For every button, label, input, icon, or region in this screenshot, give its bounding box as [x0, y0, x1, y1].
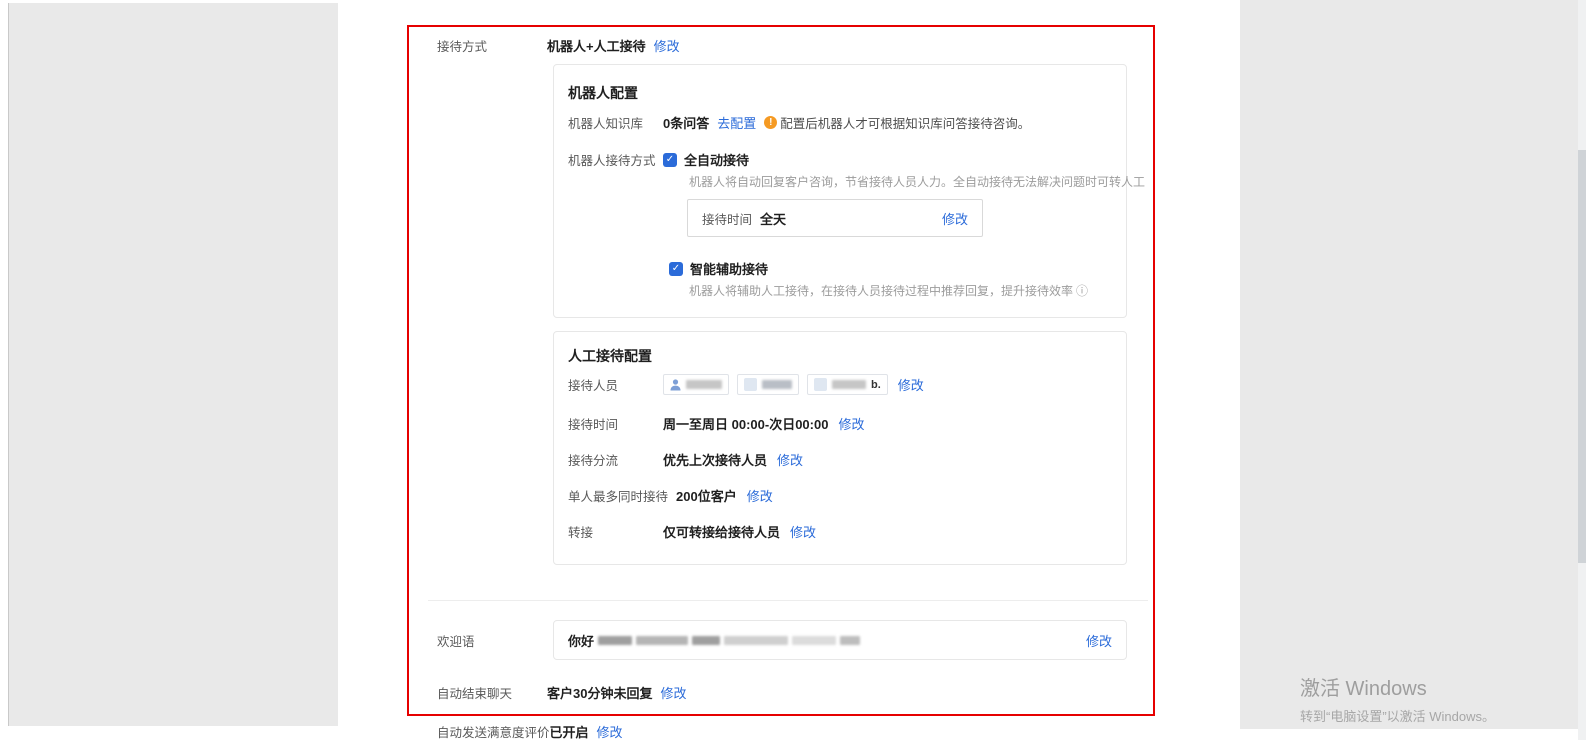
- full-auto-title: 全自动接待: [684, 150, 749, 169]
- smart-assist-title: 智能辅助接待: [690, 259, 768, 278]
- reception-time-modify-link[interactable]: 修改: [838, 414, 864, 433]
- welcome-visible-text: 你好: [568, 631, 594, 650]
- routing-row: 接待分流 优先上次接待人员 修改: [568, 450, 803, 469]
- staff-chip: [663, 374, 729, 395]
- welcome-label: 欢迎语: [437, 631, 547, 650]
- robot-time-modify-link[interactable]: 修改: [942, 209, 968, 228]
- routing-value: 优先上次接待人员: [663, 450, 767, 469]
- staff-chip: b.: [807, 374, 888, 395]
- auto-end-chat-row: 自动结束聊天 客户30分钟未回复 修改: [437, 683, 686, 702]
- routing-label: 接待分流: [568, 450, 663, 469]
- robot-time-value: 全天: [760, 209, 786, 228]
- redacted-name: [832, 380, 866, 389]
- staff-chip-suffix: b.: [871, 379, 881, 391]
- staff-modify-link[interactable]: 修改: [898, 375, 924, 394]
- reception-method-modify-link[interactable]: 修改: [654, 36, 680, 55]
- knowledge-base-label: 机器人知识库: [568, 113, 663, 132]
- auto-satisfaction-label: 自动发送满意度评价: [437, 722, 550, 740]
- section-divider: [428, 600, 1148, 601]
- smart-assist-row: ✓ 智能辅助接待: [669, 259, 768, 278]
- smart-assist-desc-row: 机器人将辅助人工接待，在接待人员接待过程中推荐回复，提升接待效率ⓘ: [689, 282, 1088, 299]
- robot-config-title: 机器人配置: [568, 83, 638, 103]
- robot-mode-row: 机器人接待方式 ✓ 全自动接待: [568, 150, 749, 169]
- robot-config-card: 机器人配置 机器人知识库 0条问答 去配置 ! 配置后机器人才可根据知识库问答接…: [553, 64, 1127, 318]
- reception-method-row: 接待方式 机器人+人工接待 修改: [437, 36, 680, 55]
- max-concurrent-value: 200位客户: [676, 486, 737, 505]
- auto-satisfaction-row: 自动发送满意度评价 已开启 修改: [437, 722, 623, 740]
- redacted-name: [686, 380, 722, 389]
- transfer-value: 仅可转接给接待人员: [663, 522, 780, 541]
- right-gutter-panel: [1240, 0, 1578, 729]
- watermark-title: 激活 Windows: [1300, 672, 1495, 701]
- robot-mode-label: 机器人接待方式: [568, 150, 663, 169]
- reception-method-value: 机器人+人工接待: [547, 36, 646, 55]
- auto-end-chat-label: 自动结束聊天: [437, 683, 547, 702]
- staff-chip: [737, 374, 799, 395]
- warning-icon: !: [764, 116, 777, 129]
- knowledge-base-count: 0条问答: [663, 113, 709, 132]
- max-concurrent-row: 单人最多同时接待 200位客户 修改: [568, 486, 773, 505]
- knowledge-base-warning-note: 配置后机器人才可根据知识库问答接待咨询。: [780, 113, 1030, 132]
- routing-modify-link[interactable]: 修改: [777, 450, 803, 469]
- person-icon: [670, 379, 681, 391]
- avatar: [744, 378, 757, 391]
- avatar: [814, 378, 827, 391]
- full-auto-checkbox[interactable]: ✓: [663, 153, 677, 167]
- reception-time-row: 接待时间 周一至周日 00:00-次日00:00 修改: [568, 414, 864, 433]
- auto-end-chat-modify-link[interactable]: 修改: [660, 683, 686, 702]
- manual-config-title: 人工接待配置: [568, 346, 652, 366]
- reception-time-label: 接待时间: [568, 414, 663, 433]
- scrollbar-track[interactable]: [1578, 0, 1586, 740]
- knowledge-base-row: 机器人知识库 0条问答 去配置 ! 配置后机器人才可根据知识库问答接待咨询。: [568, 113, 1030, 132]
- welcome-modify-link[interactable]: 修改: [1086, 631, 1112, 650]
- knowledge-base-configure-link[interactable]: 去配置: [717, 113, 756, 132]
- page-root: 激活 Windows 转到“电脑设置”以激活 Windows。 接待方式 机器人…: [0, 0, 1586, 740]
- welcome-message-box: 你好 修改: [553, 620, 1127, 660]
- max-concurrent-modify-link[interactable]: 修改: [747, 486, 773, 505]
- welcome-row: 欢迎语: [437, 631, 547, 650]
- smart-assist-checkbox[interactable]: ✓: [669, 262, 683, 276]
- left-gutter-panel: [8, 3, 338, 726]
- windows-activation-watermark: 激活 Windows 转到“电脑设置”以激活 Windows。: [1300, 672, 1495, 725]
- robot-time-label: 接待时间: [702, 209, 752, 228]
- transfer-modify-link[interactable]: 修改: [790, 522, 816, 541]
- auto-satisfaction-modify-link[interactable]: 修改: [597, 722, 623, 740]
- scrollbar-thumb[interactable]: [1578, 150, 1586, 563]
- auto-satisfaction-value: 已开启: [550, 722, 589, 740]
- watermark-subtitle: 转到“电脑设置”以激活 Windows。: [1300, 706, 1495, 725]
- reception-time-value: 周一至周日 00:00-次日00:00: [663, 414, 828, 433]
- transfer-label: 转接: [568, 522, 663, 541]
- max-concurrent-label: 单人最多同时接待: [568, 486, 668, 505]
- reception-method-label: 接待方式: [437, 36, 547, 55]
- auto-end-chat-value: 客户30分钟未回复: [547, 683, 652, 702]
- redacted-name: [762, 380, 792, 389]
- transfer-row: 转接 仅可转接给接待人员 修改: [568, 522, 816, 541]
- smart-assist-desc: 机器人将辅助人工接待，在接待人员接待过程中推荐回复，提升接待效率: [689, 284, 1073, 298]
- staff-row: 接待人员 b. 修改: [568, 374, 924, 395]
- info-icon[interactable]: ⓘ: [1076, 284, 1088, 298]
- redacted-welcome-text: [598, 636, 860, 645]
- robot-time-box: 接待时间 全天 修改: [687, 199, 983, 237]
- manual-config-card: 人工接待配置 接待人员 b. 修改 接待时间 周一至周日 00:00-次日00:…: [553, 331, 1127, 565]
- full-auto-desc: 机器人将自动回复客户咨询，节省接待人员人力。全自动接待无法解决问题时可转人工: [689, 173, 1145, 190]
- staff-label: 接待人员: [568, 375, 663, 394]
